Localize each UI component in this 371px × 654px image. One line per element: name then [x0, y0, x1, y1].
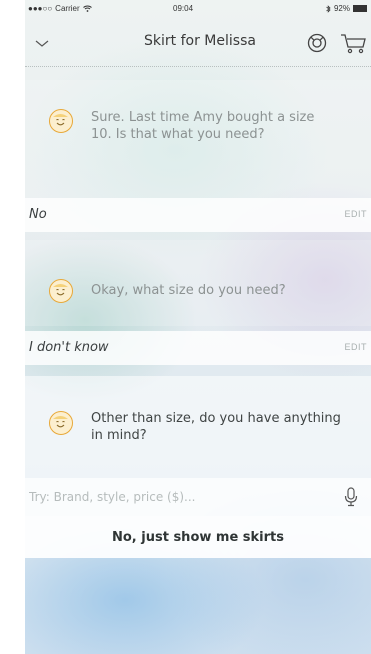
bot-message-text: Sure. Last time Amy bought a size 10. Is…: [91, 110, 315, 142]
wifi-icon: [82, 5, 92, 12]
smiley-avatar-icon: [49, 411, 73, 435]
reply-input-row: [25, 478, 371, 516]
bot-message: Sure. Last time Amy bought a size 10. Is…: [25, 80, 371, 198]
page-title: Skirt for Melissa: [144, 33, 256, 49]
status-left: ●●●○○ Carrier: [28, 4, 92, 13]
chevron-down-icon[interactable]: [33, 36, 51, 52]
bluetooth-icon: [326, 4, 331, 13]
cart-icon[interactable]: [339, 32, 367, 54]
status-time: 09:04: [173, 4, 194, 13]
user-answer: No: [29, 207, 47, 222]
bot-message: Other than size, do you have anything in…: [25, 376, 371, 478]
edit-answer-button[interactable]: EDIT: [344, 209, 367, 219]
signal-strength: ●●●○○: [28, 4, 53, 13]
edit-answer-button[interactable]: EDIT: [344, 342, 367, 352]
app-screen: ●●●○○ Carrier 09:04 92% Skirt for Meliss…: [25, 0, 371, 654]
smiley-avatar-icon: [49, 109, 73, 133]
smiley-avatar-icon: [49, 279, 73, 303]
status-bar: ●●●○○ Carrier 09:04 92%: [25, 0, 371, 18]
battery-percent: 92%: [333, 4, 350, 13]
bot-message: Okay, what size do you need?: [25, 240, 371, 326]
bot-message-text: Other than size, do you have anything in…: [91, 411, 341, 443]
show-skirts-button[interactable]: No, just show me skirts: [25, 516, 371, 558]
answer-row: No EDIT: [25, 198, 371, 232]
bot-message-text: Okay, what size do you need?: [91, 283, 286, 298]
answer-row: I don't know EDIT: [25, 331, 371, 365]
reply-input[interactable]: [29, 487, 329, 507]
lifebuoy-icon[interactable]: [307, 33, 327, 53]
nav-divider: [25, 66, 371, 67]
user-answer: I don't know: [29, 340, 109, 355]
status-right: 92%: [326, 4, 367, 13]
battery-icon: [353, 5, 367, 12]
microphone-icon[interactable]: [343, 487, 359, 507]
carrier-name: Carrier: [55, 4, 80, 13]
nav-bar: Skirt for Melissa: [25, 24, 371, 66]
